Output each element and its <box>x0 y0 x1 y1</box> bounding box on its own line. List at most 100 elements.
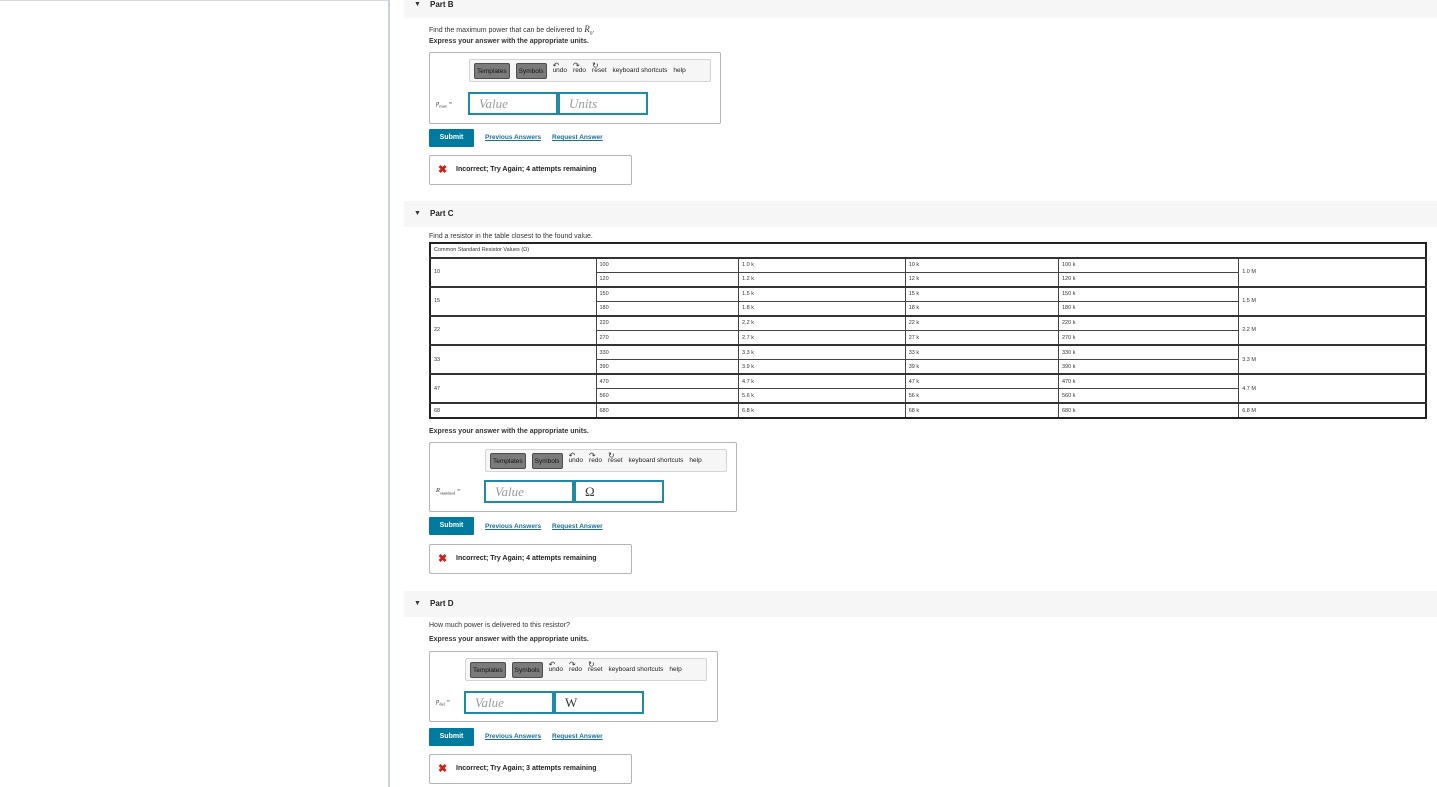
table-cell: 680 k <box>1057 402 1240 419</box>
redo-button[interactable]: ↷ redo <box>573 61 586 74</box>
table-cell: 15 k <box>904 285 1060 302</box>
help-button[interactable]: help <box>669 666 681 673</box>
symbols-button[interactable]: Symbols <box>511 661 543 678</box>
part-c-request-answer-link[interactable]: Request Answer <box>552 523 603 530</box>
table-cell: 33 <box>429 344 597 375</box>
keyboard-shortcuts-button[interactable]: keyboard shortcuts <box>629 457 684 464</box>
part-b-submit-button[interactable]: Submit <box>429 129 474 147</box>
table-caption: Common Standard Resistor Values (Ω) <box>429 242 1427 259</box>
table-cell: 39 k <box>904 359 1060 375</box>
table-cell: 27 k <box>904 329 1060 346</box>
reset-button[interactable]: ↻ reset <box>588 660 602 673</box>
undo-icon: ↶ <box>568 451 576 460</box>
table-cell: 68 <box>429 402 597 419</box>
part-c-value-input[interactable]: Value <box>484 480 574 503</box>
table-cell: 470 <box>595 373 740 390</box>
redo-button[interactable]: ↷ redo <box>589 451 602 464</box>
table-cell: 3.3 M <box>1238 344 1427 375</box>
part-b-instruction: Express your answer with the appropriate… <box>429 38 589 45</box>
table-cell: 390 k <box>1057 359 1240 375</box>
incorrect-x-icon: ✖ <box>438 553 448 565</box>
help-button[interactable]: help <box>673 67 685 74</box>
part-d-request-answer-link[interactable]: Request Answer <box>552 733 603 740</box>
reset-icon: ↻ <box>588 660 595 669</box>
templates-button[interactable]: Templates <box>490 452 526 469</box>
redo-button[interactable]: ↷ redo <box>569 660 582 673</box>
table-cell: 100 <box>595 256 740 273</box>
incorrect-x-icon: ✖ <box>438 164 448 176</box>
table-cell: 270 <box>595 329 740 346</box>
collapse-caret-icon: ▼ <box>414 1 421 8</box>
reset-icon: ↻ <box>608 451 615 460</box>
keyboard-shortcuts-button[interactable]: keyboard shortcuts <box>613 67 668 74</box>
part-b-question: Find the maximum power that can be deliv… <box>429 24 595 37</box>
table-cell: 1.5 k <box>738 285 906 302</box>
part-b-title: Part B <box>430 0 454 9</box>
table-cell: 1.2 k <box>738 271 906 288</box>
part-b-toolbar: Templates Symbols ↶ undo ↷ redo ↻ reset key… <box>469 59 711 82</box>
part-b-previous-answers-link[interactable]: Previous Answers <box>485 134 541 141</box>
keyboard-shortcuts-button[interactable]: keyboard shortcuts <box>609 666 664 673</box>
part-c-title: Part C <box>430 209 454 218</box>
table-cell: 3.3 k <box>738 344 906 361</box>
table-cell: 470 k <box>1057 373 1240 390</box>
part-d-header[interactable]: ▼ Part D <box>404 591 1437 617</box>
table-cell: 4.7 M <box>1238 373 1427 404</box>
part-d-value-input[interactable]: Value <box>464 691 554 714</box>
reset-button[interactable]: ↻ reset <box>608 451 622 464</box>
table-cell: 22 k <box>904 314 1060 331</box>
table-cell: 220 k <box>1057 314 1240 331</box>
part-c-header[interactable]: ▼ Part C <box>404 201 1437 227</box>
part-c-answer-box: Templates Symbols ↶ undo ↷ redo ↻ reset key… <box>429 442 737 512</box>
table-cell: 22 <box>429 314 597 346</box>
part-c-instruction: Express your answer with the appropriate… <box>429 428 589 435</box>
templates-button[interactable]: Templates <box>474 62 510 79</box>
incorrect-x-icon: ✖ <box>438 763 448 775</box>
table-cell: 4.7 k <box>738 373 906 390</box>
part-b-header[interactable]: ▼ Part B <box>404 0 1437 18</box>
table-cell: 56 k <box>904 388 1060 404</box>
table-cell: 68 k <box>904 402 1060 419</box>
reset-icon: ↻ <box>592 61 599 70</box>
templates-button[interactable]: Templates <box>470 661 506 678</box>
part-b-request-answer-link[interactable]: Request Answer <box>552 134 603 141</box>
undo-button[interactable]: ↶ undo <box>569 451 583 464</box>
part-d-previous-answers-link[interactable]: Previous Answers <box>485 733 541 740</box>
reset-button[interactable]: ↻ reset <box>592 61 606 74</box>
part-c-unit-input[interactable]: Ω <box>574 480 664 503</box>
table-cell: 10 k <box>904 256 1060 273</box>
table-cell: 12 k <box>904 271 1060 288</box>
part-c-toolbar: Templates Symbols ↶ undo ↷ redo ↻ reset key… <box>485 449 727 472</box>
undo-button[interactable]: ↶ undo <box>549 660 563 673</box>
part-d-submit-button[interactable]: Submit <box>429 728 474 746</box>
undo-button[interactable]: ↶ undo <box>553 61 567 74</box>
table-cell: 1.0 k <box>738 256 906 273</box>
table-cell: 2.2 M <box>1238 314 1427 346</box>
part-d-answer-box: Templates Symbols ↶ undo ↷ redo ↻ reset key… <box>429 651 718 722</box>
table-cell: 47 k <box>904 373 1060 390</box>
part-c-question: Find a resistor in the table closest to … <box>429 233 593 240</box>
part-d-unit-input[interactable]: W <box>554 691 644 714</box>
table-cell: 680 <box>595 402 740 419</box>
table-cell: 33 k <box>904 344 1060 361</box>
table-cell: 1.5 M <box>1238 285 1427 317</box>
part-b-units-input[interactable]: Units <box>558 92 648 115</box>
symbols-button[interactable]: Symbols <box>531 452 563 469</box>
resistor-values-table: Common Standard Resistor Values (Ω) 10 10… <box>429 242 1427 419</box>
part-b-value-input[interactable]: Value <box>468 92 558 115</box>
table-cell: 47 <box>429 373 597 404</box>
help-button[interactable]: help <box>689 457 701 464</box>
part-c-previous-answers-link[interactable]: Previous Answers <box>485 523 541 530</box>
part-c-variable-label: Rstandard = <box>436 487 461 496</box>
table-row: 68 680 6.8 k 68 k 680 k 6.8 M <box>429 402 1427 419</box>
redo-icon: ↷ <box>569 660 576 669</box>
table-row: 33 330 3.3 k 33 k 330 k 3.3 M <box>429 344 1427 375</box>
table-cell: 560 <box>595 388 740 404</box>
symbols-button[interactable]: Symbols <box>515 62 547 79</box>
part-c-feedback: ✖ Incorrect; Try Again; 4 attempts remai… <box>429 544 632 574</box>
table-cell: 150 k <box>1057 285 1240 302</box>
table-row: 15 150 1.5 k 15 k 150 k 1.5 M <box>429 285 1427 317</box>
table-row: 47 470 4.7 k 47 k 470 k 4.7 M <box>429 373 1427 404</box>
part-c-submit-button[interactable]: Submit <box>429 517 474 535</box>
table-cell: 15 <box>429 285 597 317</box>
